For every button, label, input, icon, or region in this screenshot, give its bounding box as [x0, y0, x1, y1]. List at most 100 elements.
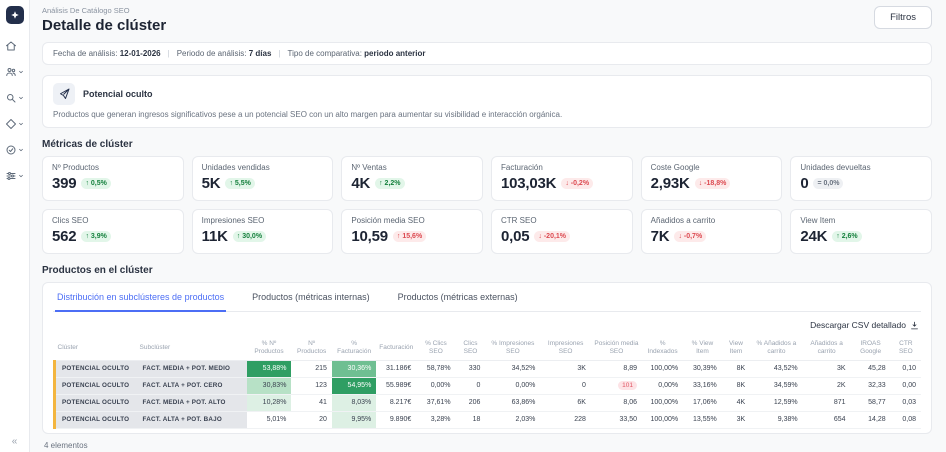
table-cell: 654	[802, 411, 851, 429]
table-cell: 2K	[802, 377, 851, 395]
app-logo[interactable]	[5, 6, 24, 24]
table-cell: 33,50	[590, 411, 643, 429]
metric-label: Coste Google	[650, 163, 700, 172]
column-header: % Clics SEO	[416, 336, 456, 361]
metric-card: Añadidos a carrito 7K ↓ -0,7%	[640, 209, 783, 254]
metric-label: Unidades devueltas	[800, 163, 871, 172]
products-panel: Distribución en subclústeres de producto…	[42, 282, 932, 434]
table-cell: 53,88%	[246, 360, 292, 378]
banner-title: Potencial oculto	[83, 89, 153, 99]
metric-card: Impresiones SEO 11K ↑ 30,0%	[191, 209, 334, 254]
filter-info-item: Tipo de comparativa: periodo anterior	[287, 49, 426, 58]
metric-label: Unidades vendidas	[201, 163, 270, 172]
column-header: Añadidos a carrito	[802, 336, 851, 361]
column-header: % Impresiones SEO	[485, 336, 541, 361]
filters-button[interactable]: Filtros	[874, 6, 932, 29]
table-cell: 8.217€	[376, 394, 417, 412]
metric-value: 2,93K	[650, 175, 690, 192]
metric-delta-badge: ↑ 2,2%	[375, 178, 405, 189]
table-cell: 17,06%	[683, 394, 722, 412]
column-header: % Facturación	[331, 336, 377, 361]
table-cell: 43,52%	[750, 360, 803, 378]
column-header: View Item	[721, 336, 751, 361]
table-cell: 30,83%	[246, 377, 292, 395]
column-header: Clics SEO	[455, 336, 486, 361]
tab-1[interactable]: Productos (métricas internas)	[250, 283, 372, 312]
table-cell: 3,28%	[416, 411, 456, 429]
cluster-cell: POTENCIAL OCULTO	[53, 411, 137, 429]
metrics-section-title: Métricas de clúster	[42, 139, 133, 150]
table-cell: 228	[540, 411, 591, 429]
metrics-cards-grid: Nº Productos 399 ↑ 0,5% Unidades vendidas 5K…	[42, 156, 932, 254]
sidebar-item-home[interactable]	[5, 33, 24, 59]
sliders-icon	[5, 170, 17, 182]
table-cell: 8,89	[590, 360, 643, 378]
metric-delta-badge: ↑ 5,5%	[225, 178, 255, 189]
table-cell: 215	[291, 360, 332, 378]
table-cell: 100,00%	[642, 360, 684, 378]
alert-value: 101	[618, 381, 638, 391]
table-cell: 330	[455, 360, 486, 378]
column-header: Clúster	[54, 336, 137, 361]
chevron-down-icon	[18, 69, 24, 75]
subcluster-cell: FACT. ALTA + POT. BAJO	[136, 411, 247, 429]
cluster-info-banner: Potencial oculto Productos que generan i…	[42, 75, 932, 128]
table-row-count: 4 elementos	[44, 440, 88, 450]
analysis-filter-bar: Fecha de análisis: 12-01-2026 | Periodo de…	[42, 42, 932, 65]
table-cell: 45,28	[850, 360, 891, 378]
metric-label: Añadidos a carrito	[650, 216, 716, 225]
table-cell: 18	[455, 411, 486, 429]
banner-description: Productos que generan ingresos significa…	[53, 110, 563, 119]
table-cell: 58,77	[850, 394, 891, 412]
metric-card: Facturación 103,03K ↓ -0,2%	[491, 156, 633, 201]
table-cell: 12,59%	[750, 394, 803, 412]
table-cell: 2,03%	[485, 411, 541, 429]
table-cell: 32,33	[850, 377, 891, 395]
metric-value: 11K	[201, 228, 228, 245]
table-cell: 33,16%	[683, 377, 722, 395]
metric-delta-badge: ↑ 3,9%	[81, 231, 111, 242]
tab-2[interactable]: Productos (métricas externas)	[396, 283, 520, 312]
search-icon	[5, 92, 17, 104]
sidebar-item-users[interactable]	[5, 59, 24, 85]
table-row[interactable]: POTENCIAL OCULTO FACT. ALTA + POT. BAJO 5,…	[53, 411, 921, 429]
column-header: Facturación	[376, 336, 417, 361]
column-header: % Nº Productos	[246, 336, 292, 361]
tabs: Distribución en subclústeres de producto…	[53, 283, 921, 312]
table-cell: 58,78%	[416, 360, 456, 378]
tab-0[interactable]: Distribución en subclústeres de producto…	[55, 283, 227, 312]
sidebar-item-tag[interactable]	[5, 111, 24, 137]
table-cell: 14,28	[850, 411, 891, 429]
table-cell: 34,52%	[485, 360, 541, 378]
sidebar-item-status-circle[interactable]	[5, 137, 24, 163]
table-cell: 8K	[721, 360, 751, 378]
main-content: Análisis De Catálogo SEO Detalle de clús…	[30, 0, 946, 452]
metric-value: 10,59	[351, 228, 388, 245]
metric-label: CTR SEO	[501, 216, 537, 225]
table-cell: 206	[455, 394, 486, 412]
metric-delta-badge: ↑ 0,5%	[81, 178, 111, 189]
table-cell: 5,01%	[246, 411, 292, 429]
metric-value: 0	[800, 175, 809, 192]
download-icon	[911, 321, 918, 329]
table-row[interactable]: POTENCIAL OCULTO FACT. MEDIA + POT. ALTO 1…	[53, 394, 921, 412]
column-header: % Añadidos a carrito	[750, 336, 803, 361]
download-csv-link[interactable]: Descargar CSV detallado	[810, 320, 919, 330]
metric-value: 0,05	[501, 228, 530, 245]
table-row[interactable]: POTENCIAL OCULTO FACT. MEDIA + POT. MEDIO…	[53, 360, 921, 378]
metric-card: Coste Google 2,93K ↓ -18,8%	[640, 156, 783, 201]
sidebar-item-sliders[interactable]	[5, 163, 24, 189]
subcluster-table: Clúster Subclúster% Nº Productos Nº Produc…	[53, 336, 921, 429]
sidebar-item-search[interactable]	[5, 85, 24, 111]
table-cell: 63,86%	[485, 394, 541, 412]
table-row[interactable]: POTENCIAL OCULTO FACT. ALTA + POT. CERO 30…	[53, 377, 921, 395]
collapse-sidebar-button[interactable]: «	[0, 436, 29, 447]
metric-value: 24K	[800, 228, 828, 245]
table-cell: 3K	[721, 411, 751, 429]
column-header: Nº Productos	[291, 336, 332, 361]
table-cell: 31.186€	[376, 360, 417, 378]
table-cell: 55.989€	[376, 377, 417, 395]
table-cell: 0,03	[890, 394, 921, 412]
metric-delta-badge: ↓ -18,8%	[694, 178, 731, 189]
table-cell: 0,00	[890, 377, 921, 395]
